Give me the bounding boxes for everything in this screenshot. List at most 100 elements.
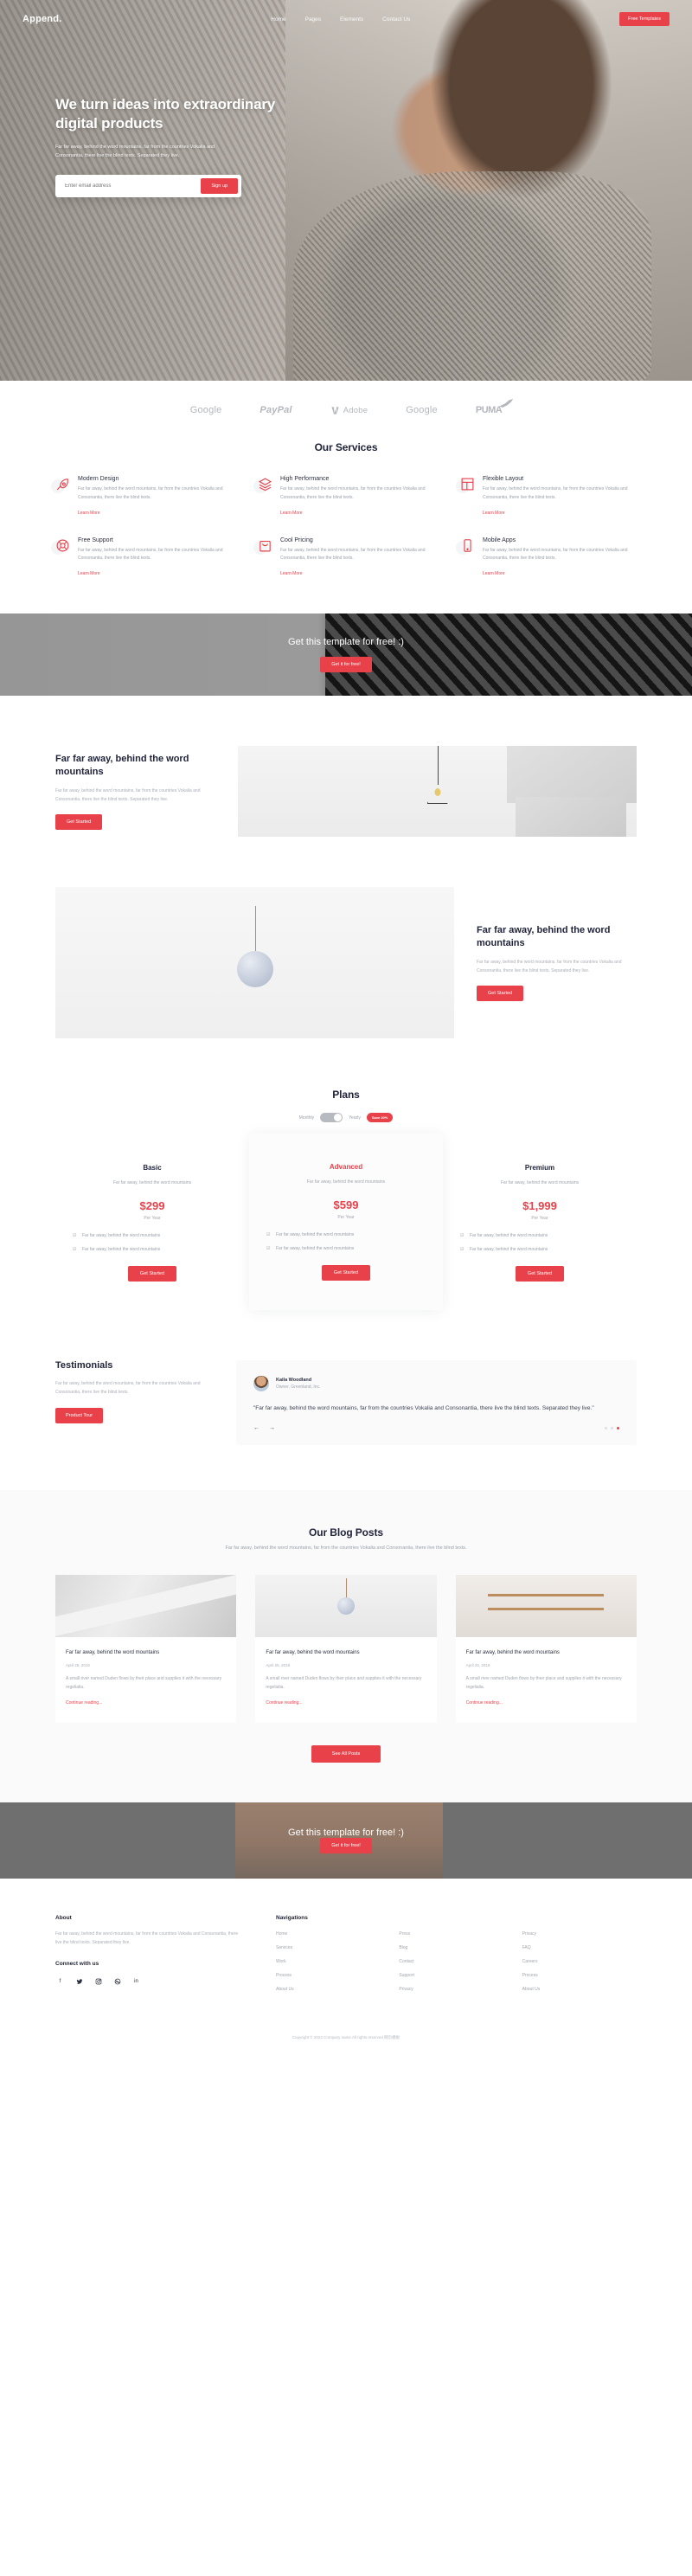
blog-post-card[interactable]: Far far away, behind the word mountains …: [255, 1574, 437, 1723]
blog-post-title[interactable]: Far far away, behind the word mountains: [66, 1648, 226, 1657]
toggle-monthly-label[interactable]: Monthly: [299, 1115, 315, 1121]
feature-one-button[interactable]: Get Started: [55, 814, 103, 831]
bottom-cta-title: Get this template for free! :): [288, 1827, 404, 1838]
feature-two-heading: Far far away, behind the word mountains: [477, 924, 611, 948]
check-box-icon: ☑: [266, 1231, 271, 1237]
footer-link[interactable]: Privacy: [522, 1931, 637, 1937]
blog-title: Our Blog Posts: [309, 1526, 383, 1539]
nav-item-pages[interactable]: Pages: [305, 16, 321, 22]
product-tour-button[interactable]: Product Tour: [55, 1407, 104, 1423]
logo-adobe: Adobe: [330, 406, 368, 415]
staircase-shape-b: [516, 797, 626, 837]
footer-link[interactable]: Blog: [399, 1945, 513, 1950]
logo-puma-label: PUMA: [475, 405, 503, 415]
service-learn-more-link[interactable]: Learn More: [483, 511, 505, 516]
blog-post-continue-link[interactable]: Continue reading...: [466, 1700, 503, 1706]
plan-card-premium: Premium Far far away, behind the word mo…: [443, 1141, 637, 1310]
plan-feature-item: ☑ Far far away, behind the word mountain…: [73, 1246, 232, 1255]
footer-about-text: Far far away, behind the word mountains,…: [55, 1930, 239, 1945]
check-box-icon: ☑: [460, 1247, 465, 1252]
feature-two-button[interactable]: Get Started: [477, 986, 524, 1002]
check-box-icon: ☑: [73, 1247, 77, 1252]
footer-link[interactable]: Press: [399, 1931, 513, 1937]
hanging-lamp-photo: [238, 746, 637, 837]
service-card-cool-pricing: Cool Pricing Far far away, behind the wo…: [253, 536, 434, 580]
footer-link[interactable]: Services: [276, 1945, 390, 1950]
plan-name: Advanced: [329, 1163, 363, 1171]
blog-post-continue-link[interactable]: Continue reading...: [66, 1700, 102, 1706]
blog-post-card[interactable]: Far far away, behind the word mountains …: [455, 1574, 637, 1723]
lamp-cord: [437, 746, 439, 785]
service-learn-more-link[interactable]: Learn More: [280, 571, 303, 576]
blog-post-card[interactable]: Far far away, behind the word mountains …: [55, 1574, 237, 1723]
lifebuoy-icon: [51, 538, 70, 555]
toggle-yearly-label[interactable]: Yearly: [349, 1115, 361, 1121]
service-learn-more-link[interactable]: Learn More: [483, 571, 505, 576]
plan-get-started-button[interactable]: Get Started: [127, 1265, 177, 1282]
service-title: High Performance: [280, 476, 330, 482]
footer-link[interactable]: Careers: [522, 1959, 637, 1964]
blog-footer-row: See All Posts: [55, 1744, 637, 1763]
carousel-dot-3[interactable]: [617, 1426, 619, 1429]
pendant-cord: [254, 906, 256, 951]
service-title: Modern Design: [78, 476, 119, 482]
footer-link[interactable]: Work: [276, 1959, 390, 1964]
cta-band-button[interactable]: Get it for free!: [320, 657, 372, 672]
email-input[interactable]: [59, 178, 202, 193]
arrow-right-icon[interactable]: →: [269, 1425, 275, 1431]
service-card-flexible-layout: Flexible Layout Far far away, behind the…: [456, 476, 637, 518]
plan-get-started-button[interactable]: Get Started: [321, 1264, 371, 1281]
footer-link[interactable]: About Us: [522, 1987, 637, 1992]
blog-post-body: Far far away, behind the word mountains …: [255, 1637, 436, 1723]
puma-cat-icon: [499, 399, 514, 408]
footer-link[interactable]: Home: [276, 1931, 390, 1937]
service-learn-more-link[interactable]: Learn More: [280, 511, 303, 516]
service-learn-more-link[interactable]: Learn More: [78, 571, 100, 576]
footer-link[interactable]: Process: [276, 1973, 390, 1978]
carousel-dot-2[interactable]: [611, 1426, 613, 1429]
nav-item-elements[interactable]: Elements: [340, 16, 363, 22]
footer-link[interactable]: Process: [522, 1973, 637, 1978]
check-box-icon: ☑: [460, 1232, 465, 1238]
staircase-shape-a: [507, 746, 637, 803]
facebook-icon[interactable]: f: [55, 1977, 65, 1987]
linkedin-icon[interactable]: in: [131, 1977, 141, 1987]
footer-navigations-block: Navigations Home Services Work Process A…: [276, 1915, 637, 2001]
testimonials-title: Testimonials: [55, 1359, 113, 1371]
blog-post-excerpt: A small river named Duden flows by their…: [266, 1676, 422, 1690]
feature-two-text: Far far away, behind the word mountains …: [477, 924, 637, 1002]
blog-post-title[interactable]: Far far away, behind the word mountains: [266, 1648, 426, 1657]
blog-post-thumbnail: [255, 1574, 437, 1637]
instagram-icon[interactable]: [93, 1977, 103, 1987]
footer-link[interactable]: Support: [399, 1973, 513, 1978]
service-learn-more-link[interactable]: Learn More: [78, 511, 100, 516]
signup-button[interactable]: Sign up: [201, 177, 238, 194]
footer-link[interactable]: About Us: [276, 1987, 390, 1992]
carousel-dot-1[interactable]: [605, 1426, 607, 1429]
free-templates-button[interactable]: Free Templates: [619, 12, 670, 26]
arrow-left-icon[interactable]: ←: [253, 1425, 260, 1431]
blog-post-excerpt: A small river named Duden flows by their…: [465, 1676, 622, 1690]
bottom-cta-button[interactable]: Get it for free!: [320, 1837, 372, 1853]
footer-link[interactable]: Privacy: [399, 1987, 513, 1992]
twitter-icon[interactable]: [74, 1977, 84, 1987]
brand-logo[interactable]: Append.: [22, 14, 61, 24]
nav-item-contact-us[interactable]: Contact Us: [382, 16, 410, 22]
billing-period-switch[interactable]: [320, 1113, 343, 1122]
plan-feature-item: ☑ Far far away, behind the word mountain…: [460, 1232, 619, 1241]
shopping-bag-icon: [253, 538, 272, 555]
service-title: Cool Pricing: [280, 536, 313, 543]
blog-post-thumbnail: [455, 1574, 637, 1637]
testimonial-author-role: Owner, Greenland, Inc.: [276, 1384, 321, 1390]
dribbble-icon[interactable]: [112, 1977, 122, 1987]
plan-get-started-button[interactable]: Get Started: [515, 1265, 565, 1282]
social-links: f in: [55, 1977, 241, 1987]
blog-post-continue-link[interactable]: Continue reading...: [266, 1700, 302, 1706]
blog-post-title[interactable]: Far far away, behind the word mountains: [466, 1648, 626, 1657]
feature-one-text: Far far away, behind the word mountains …: [55, 753, 215, 831]
footer-link[interactable]: Contact: [399, 1959, 513, 1964]
footer-link[interactable]: FAQ: [522, 1945, 637, 1950]
blog-post-excerpt: A small river named Duden flows by their…: [66, 1676, 222, 1690]
nav-item-home[interactable]: Home: [271, 16, 285, 22]
see-all-posts-button[interactable]: See All Posts: [311, 1744, 381, 1763]
